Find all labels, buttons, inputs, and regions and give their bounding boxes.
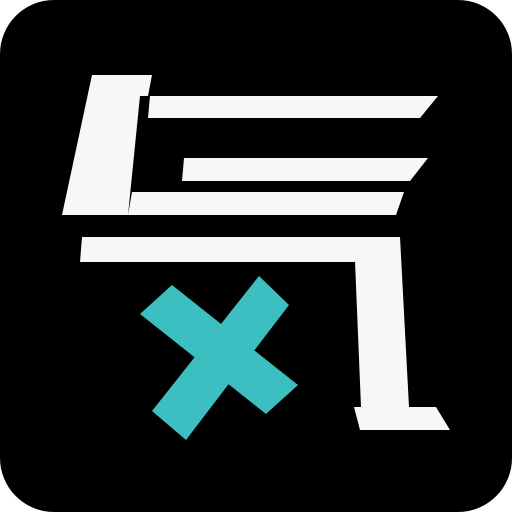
app-icon-graphic [0,0,512,512]
glyph-stroke-hook-vertical [354,237,409,407]
glyph-stroke-bar-4 [80,237,400,262]
glyph-stroke-bar-2 [182,158,428,181]
glyph-stroke-bar-1 [148,96,438,118]
glyph-stroke-hook-foot [354,407,450,430]
app-icon [0,0,512,512]
glyph-stroke-bar-3 [128,192,404,215]
